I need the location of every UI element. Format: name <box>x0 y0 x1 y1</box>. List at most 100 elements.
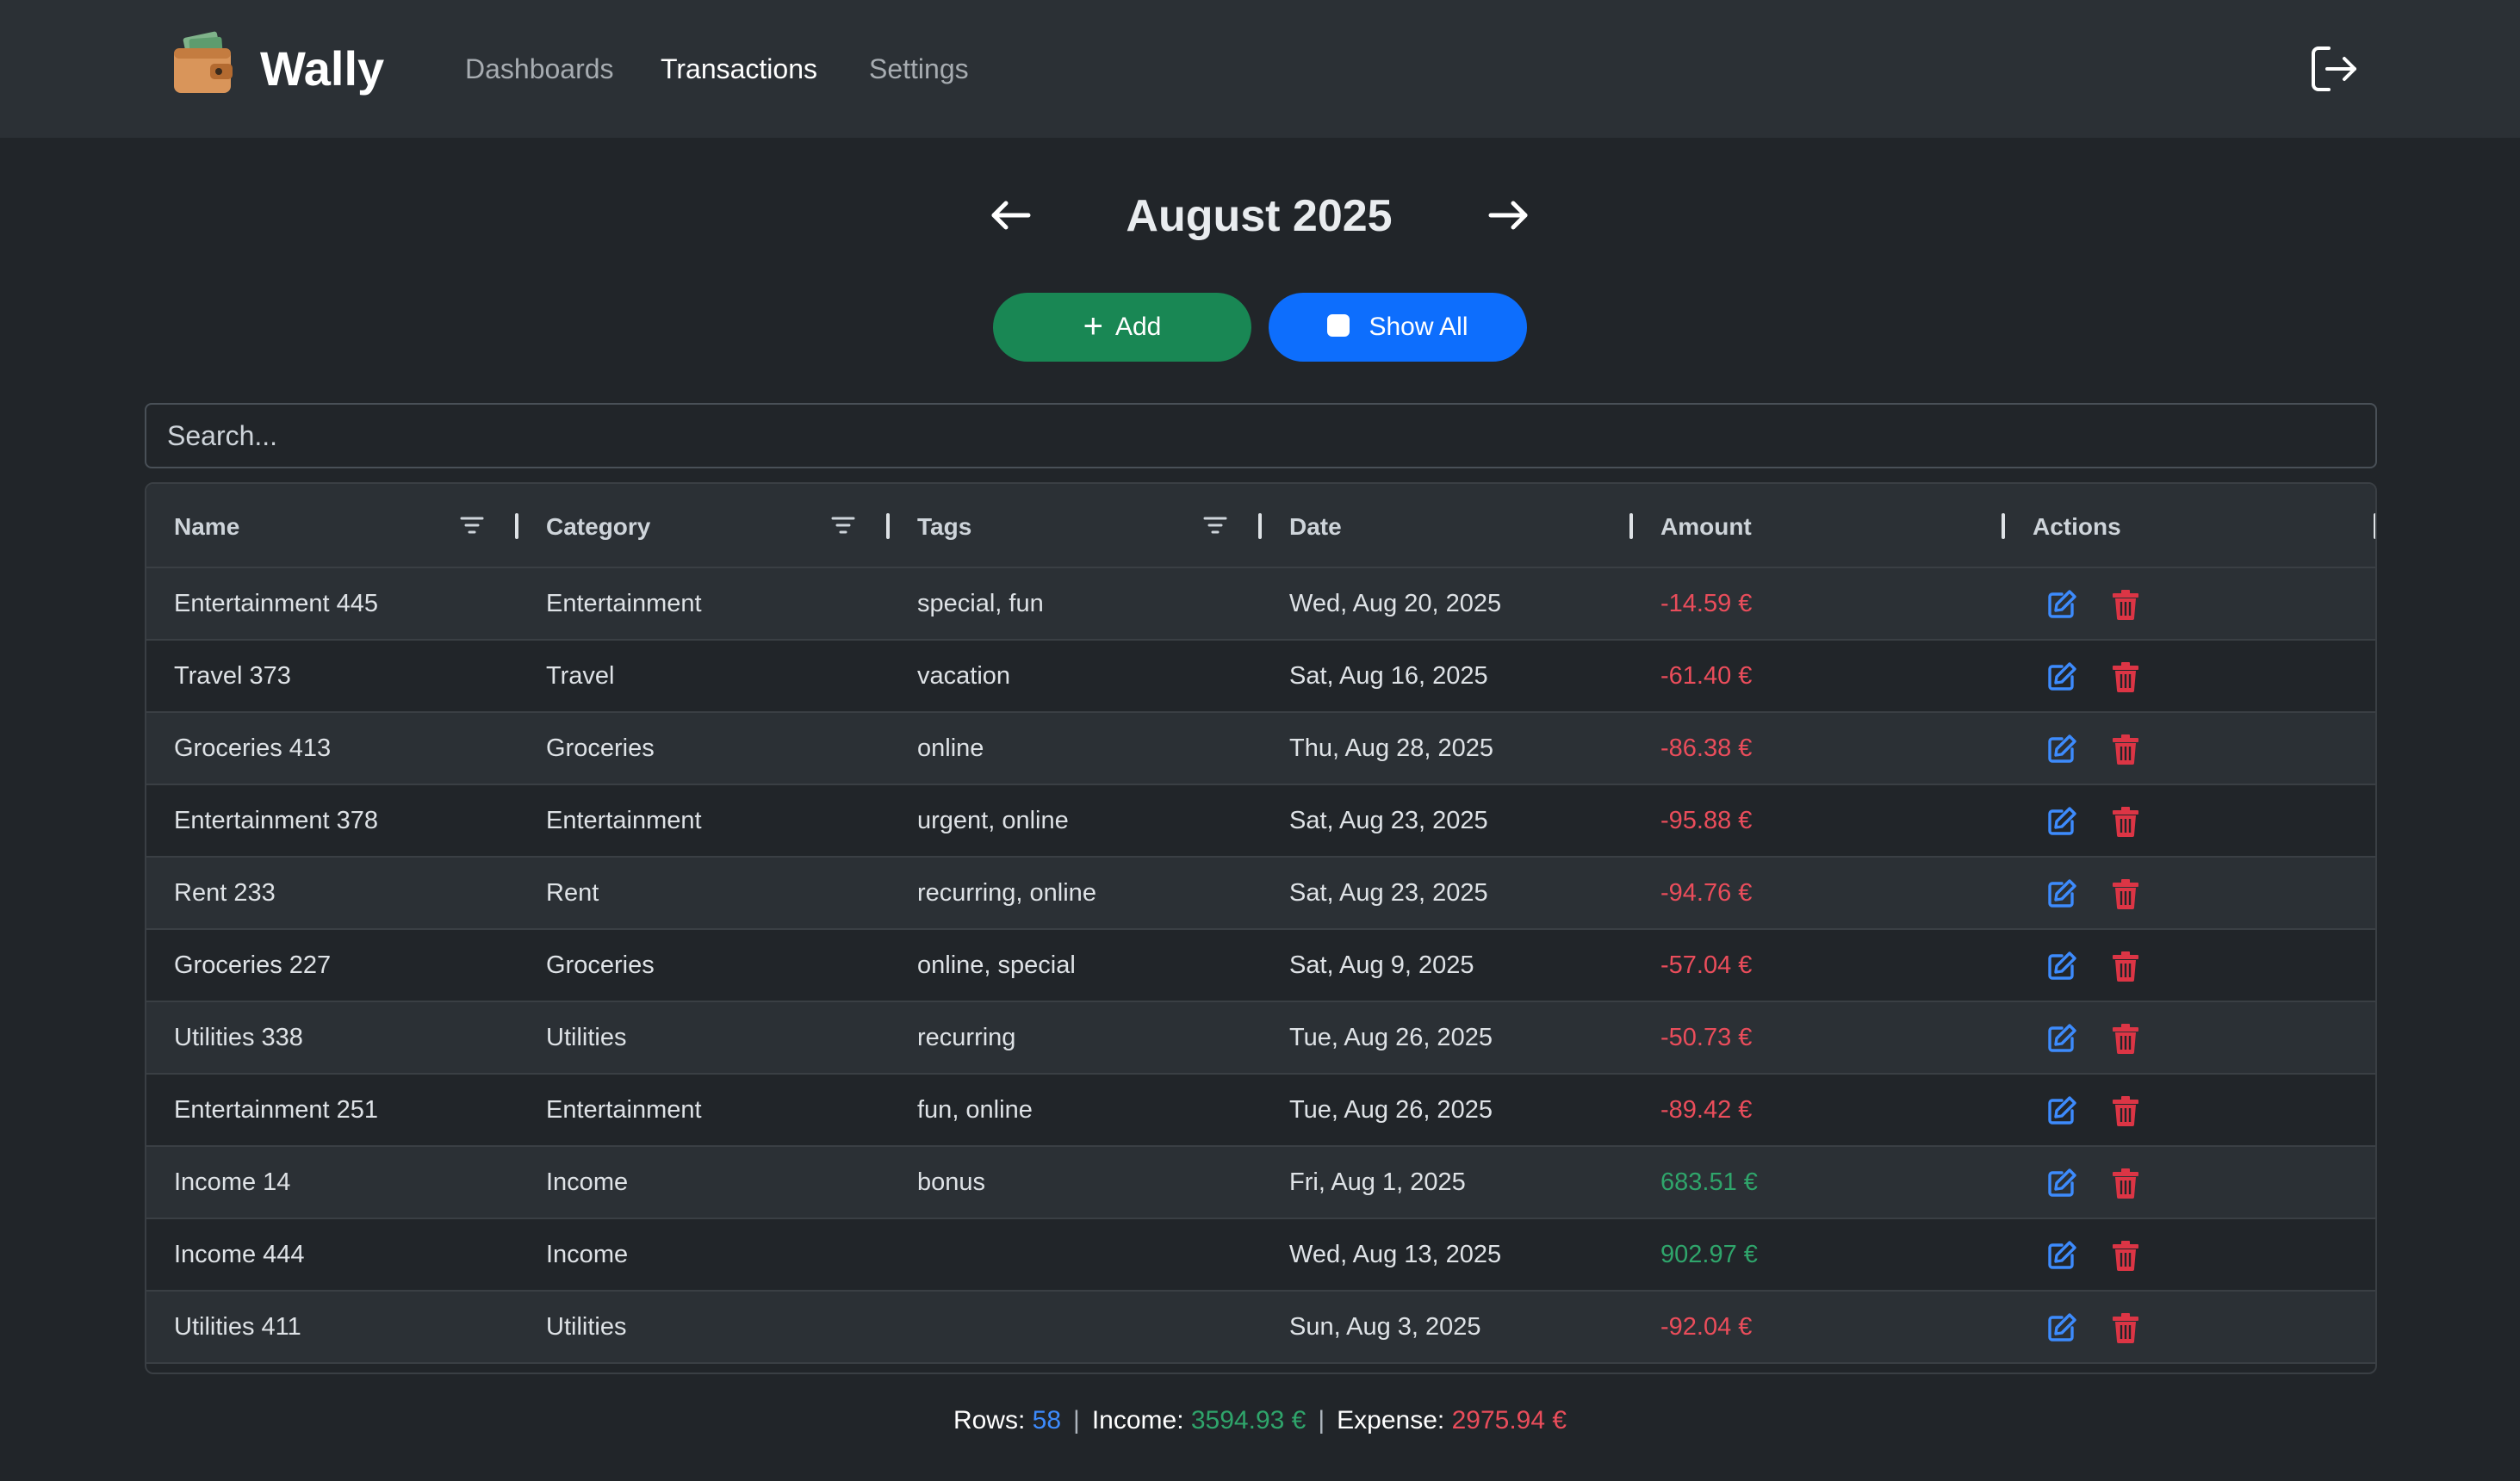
header-amount-label: Amount <box>1660 513 1752 540</box>
trash-icon[interactable] <box>2108 1094 2143 1128</box>
filter-icon[interactable] <box>460 515 484 536</box>
trash-icon[interactable] <box>2108 587 2143 622</box>
summary-stats: Rows: 58 | Income: 3594.93 € | Expense: 2975… <box>0 1404 2520 1438</box>
cell-date: Sat, Aug 23, 2025 <box>1289 879 1488 907</box>
header-date-label: Date <box>1289 513 1342 540</box>
cell-date: Wed, Aug 20, 2025 <box>1289 590 1502 617</box>
nav-transactions[interactable]: Transactions <box>661 52 817 86</box>
table-row[interactable]: Utilities 411 Utilities Sun, Aug 3, 2025 -9… <box>146 1292 2375 1364</box>
show-all-label: Show All <box>1369 313 1468 341</box>
cell-category: Utilities <box>546 1024 627 1051</box>
cell-category: Groceries <box>546 734 655 762</box>
arrow-left-icon[interactable] <box>987 191 1035 239</box>
trash-icon[interactable] <box>2108 1238 2143 1273</box>
table-row[interactable]: Income 14 Income bonus Fri, Aug 1, 2025 683.… <box>146 1147 2375 1219</box>
cell-amount: -86.38 € <box>1660 734 1753 762</box>
add-button[interactable]: + Add <box>993 293 1251 362</box>
table-row[interactable]: Travel 373 Travel vacation Sat, Aug 16, 202… <box>146 641 2375 713</box>
trash-icon[interactable] <box>2108 804 2143 839</box>
cell-amount: -61.40 € <box>1660 662 1753 690</box>
cell-amount: -95.88 € <box>1660 807 1753 834</box>
cell-tags: vacation <box>917 662 1011 690</box>
cell-name: Utilities 338 <box>174 1024 303 1051</box>
table-row[interactable]: Groceries 227 Groceries online, special Sat… <box>146 930 2375 1002</box>
cell-amount: -92.04 € <box>1660 1313 1753 1341</box>
header-name[interactable]: Name <box>146 484 518 567</box>
header-category-label: Category <box>546 513 651 540</box>
cell-date: Tue, Aug 26, 2025 <box>1289 1024 1493 1051</box>
edit-icon[interactable] <box>2045 1021 2079 1056</box>
edit-icon[interactable] <box>2045 1094 2079 1128</box>
edit-icon[interactable] <box>2045 660 2079 694</box>
cell-date: Sat, Aug 9, 2025 <box>1289 951 1474 979</box>
cell-amount: -57.04 € <box>1660 951 1753 979</box>
stats-separator: | <box>1073 1406 1080 1435</box>
edit-icon[interactable] <box>2045 877 2079 911</box>
cell-date: Sun, Aug 3, 2025 <box>1289 1313 1481 1341</box>
table-row[interactable]: Groceries 413 Groceries online Thu, Aug 28,… <box>146 713 2375 785</box>
trash-icon[interactable] <box>2108 877 2143 911</box>
cell-name: Utilities 411 <box>174 1313 301 1341</box>
cell-amount: -94.76 € <box>1660 879 1753 907</box>
table-row[interactable]: Utilities 338 Utilities recurring Tue, Aug … <box>146 1002 2375 1075</box>
cell-category: Entertainment <box>546 1096 702 1124</box>
cell-amount: 902.97 € <box>1660 1241 1758 1268</box>
nav-dashboards[interactable]: Dashboards <box>465 52 614 86</box>
trash-icon[interactable] <box>2108 1021 2143 1056</box>
navbar: Wally Dashboards Transactions Settings <box>0 0 2520 138</box>
header-amount[interactable]: Amount <box>1633 484 2005 567</box>
table-row[interactable]: Income 444 Income Wed, Aug 13, 2025 902.97 … <box>146 1219 2375 1292</box>
edit-icon[interactable] <box>2045 732 2079 766</box>
show-all-button[interactable]: Show All <box>1269 293 1527 362</box>
header-name-label: Name <box>174 513 240 540</box>
cell-date: Thu, Aug 28, 2025 <box>1289 734 1494 762</box>
logout-icon[interactable] <box>2308 43 2360 95</box>
trash-icon[interactable] <box>2108 1311 2143 1345</box>
edit-icon[interactable] <box>2045 1238 2079 1273</box>
nav-settings[interactable]: Settings <box>869 52 969 86</box>
trash-icon[interactable] <box>2108 660 2143 694</box>
expense-label: Expense: <box>1337 1406 1445 1435</box>
edit-icon[interactable] <box>2045 949 2079 983</box>
edit-icon[interactable] <box>2045 1166 2079 1200</box>
search-input[interactable] <box>145 403 2377 468</box>
cell-name: Entertainment 445 <box>174 590 378 617</box>
table-row[interactable]: Rent 233 Rent recurring, online Sat, Aug 23… <box>146 858 2375 930</box>
column-resizer[interactable] <box>2374 513 2375 539</box>
header-actions[interactable]: Actions <box>2005 484 2375 567</box>
header-category[interactable]: Category <box>518 484 890 567</box>
table-header: Name Category Tags Date Amount Actions <box>146 484 2375 568</box>
trash-icon[interactable] <box>2108 732 2143 766</box>
cell-name: Travel 373 <box>174 662 291 690</box>
cell-amount: -50.73 € <box>1660 1024 1753 1051</box>
header-tags[interactable]: Tags <box>890 484 1262 567</box>
header-date[interactable]: Date <box>1262 484 1633 567</box>
edit-icon[interactable] <box>2045 1311 2079 1345</box>
table-row[interactable]: Entertainment 445 Entertainment special, f… <box>146 568 2375 641</box>
filter-icon[interactable] <box>1203 515 1227 536</box>
cell-name: Groceries 227 <box>174 951 332 979</box>
cell-tags: recurring, online <box>917 879 1096 907</box>
brand-name[interactable]: Wally <box>260 38 384 100</box>
edit-icon[interactable] <box>2045 587 2079 622</box>
wallet-icon[interactable] <box>172 31 234 96</box>
stats-separator: | <box>1318 1406 1325 1435</box>
table-row[interactable]: Entertainment 251 Entertainment fun, onlin… <box>146 1075 2375 1147</box>
rows-label: Rows: <box>953 1406 1026 1435</box>
cell-tags: fun, online <box>917 1096 1033 1124</box>
edit-icon[interactable] <box>2045 804 2079 839</box>
arrow-right-icon[interactable] <box>1484 191 1532 239</box>
cell-tags: urgent, online <box>917 807 1069 834</box>
cell-category: Rent <box>546 879 599 907</box>
table-row[interactable]: Entertainment 378 Entertainment urgent, on… <box>146 785 2375 858</box>
filter-icon[interactable] <box>831 515 855 536</box>
cell-date: Sat, Aug 16, 2025 <box>1289 662 1488 690</box>
cell-category: Entertainment <box>546 590 702 617</box>
header-tags-label: Tags <box>917 513 972 540</box>
trash-icon[interactable] <box>2108 949 2143 983</box>
cell-name: Entertainment 251 <box>174 1096 378 1124</box>
show-all-checkbox[interactable] <box>1327 314 1350 338</box>
cell-category: Utilities <box>546 1313 627 1341</box>
trash-icon[interactable] <box>2108 1166 2143 1200</box>
cell-tags: online, special <box>917 951 1076 979</box>
